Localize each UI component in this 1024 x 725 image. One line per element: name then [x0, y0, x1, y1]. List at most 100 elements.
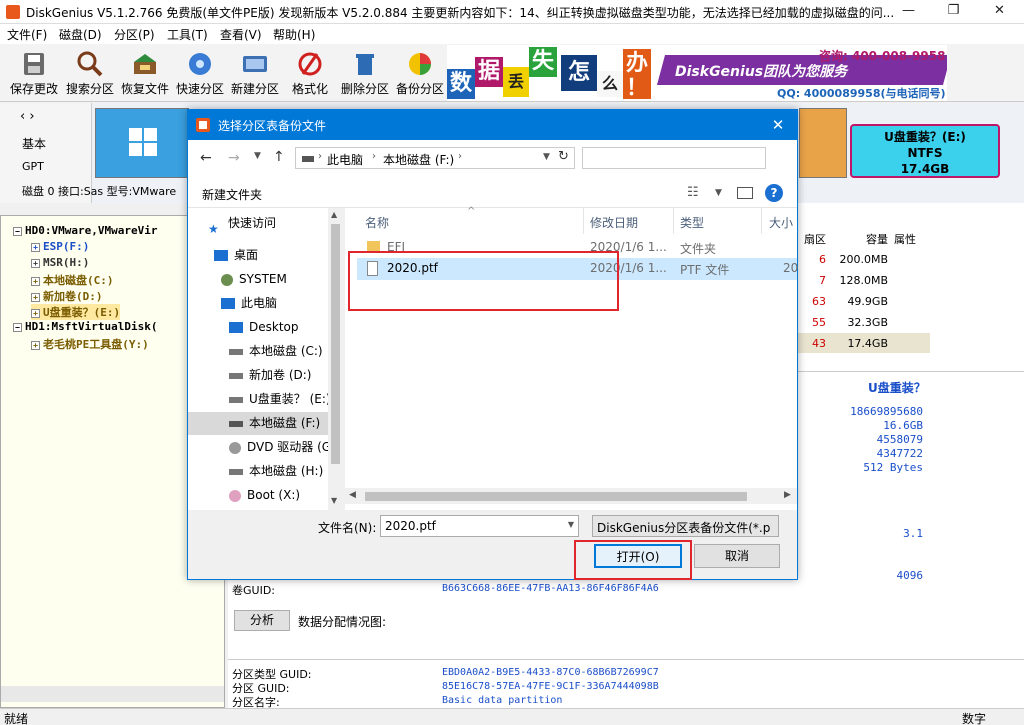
col-header-date[interactable]: 修改日期 — [590, 214, 638, 231]
expand-icon[interactable]: + — [31, 277, 40, 286]
menu-help[interactable]: 帮助(H) — [273, 26, 315, 43]
forward-arrow-icon[interactable]: → — [228, 150, 240, 166]
tree-item[interactable]: − HD0:VMware,VMwareVir — [13, 224, 157, 237]
nav-this-pc[interactable]: 此电脑 — [188, 292, 328, 315]
expand-icon[interactable]: + — [31, 293, 40, 302]
banner-char: 失 — [529, 47, 557, 77]
expand-icon[interactable]: + — [31, 341, 40, 350]
menu-view[interactable]: 查看(V) — [220, 26, 262, 43]
tree-item-selected[interactable]: + U盘重装？(E:) — [31, 304, 121, 320]
refresh-icon[interactable]: ↻ — [558, 149, 569, 164]
minimize-button[interactable]: — — [886, 0, 931, 24]
address-dropdown-icon[interactable]: ▼ — [543, 152, 550, 162]
nav-quick-access[interactable]: ★ 快速访问 — [188, 212, 328, 236]
drive-icon — [302, 156, 314, 162]
expand-icon[interactable]: + — [31, 243, 40, 252]
file-hscrollbar[interactable]: ◀ ▶ — [345, 488, 797, 504]
file-scroll-thumb[interactable] — [365, 492, 747, 501]
nav-dvd-g[interactable]: DVD 驱动器 (G — [188, 436, 331, 459]
scroll-down-icon[interactable]: ▼ — [331, 496, 337, 505]
ad-banner[interactable]: 数 据 丢 失 怎 么 办 ！ DiskGenius团队为您服务 咨询: 400… — [447, 45, 947, 101]
partition-block-c[interactable] — [95, 108, 189, 178]
view-dropdown-icon[interactable]: ▼ — [715, 188, 722, 198]
view-menu-icon[interactable]: ☷ — [687, 185, 699, 200]
analyze-button[interactable]: 分析 — [234, 610, 290, 631]
format-button[interactable]: 格式化 — [282, 46, 338, 100]
nav-scrollbar[interactable]: ▲ ▼ — [328, 208, 343, 510]
tree-item[interactable]: + 新加卷(D:) — [31, 288, 103, 304]
partition-block-e[interactable]: U盘重装？(E:) NTFS 17.4GB — [850, 124, 1000, 178]
address-bar[interactable]: › 此电脑 › 本地磁盘 (F:) › ▼ ↻ — [295, 147, 575, 169]
cancel-button[interactable]: 取消 — [694, 544, 780, 568]
col-header-size[interactable]: 容量 — [828, 231, 888, 247]
collapse-icon[interactable]: − — [13, 323, 22, 332]
nav-drive-c[interactable]: 本地磁盘 (C:) — [188, 340, 328, 363]
nav-drive-d[interactable]: 新加卷 (D:) — [188, 364, 328, 387]
menu-bar: 文件(F) 磁盘(D) 分区(P) 工具(T) 查看(V) 帮助(H) — [0, 24, 1024, 44]
banner-brand: DiskGenius团队为您服务 — [675, 64, 848, 80]
nav-drive-f-selected[interactable]: 本地磁盘 (F:) — [188, 412, 328, 435]
col-header-size[interactable]: 大小 — [769, 214, 793, 231]
disk-info: 磁盘 0 接口:Sas 型号:VMware — [22, 185, 177, 198]
menu-tools[interactable]: 工具(T) — [167, 26, 208, 43]
preview-pane-icon[interactable] — [737, 187, 753, 199]
file-type-filter[interactable]: DiskGenius分区表备份文件(*.p — [592, 515, 779, 537]
search-partition-button[interactable]: 搜索分区 — [62, 46, 118, 100]
vol-guid-label: 卷GUID: — [232, 584, 275, 597]
col-header-name[interactable]: 名称 — [365, 214, 389, 231]
new-folder-button[interactable]: 新建文件夹 — [202, 186, 262, 203]
col-header-attr[interactable]: 属性 — [894, 231, 924, 247]
status-text: 就绪 — [4, 712, 29, 725]
back-arrow-icon[interactable]: ← — [200, 150, 212, 166]
search-input[interactable] — [582, 147, 766, 169]
banner-char: ！ — [623, 78, 651, 100]
save-changes-button[interactable]: 保存更改 — [6, 46, 62, 100]
table-cell: 32.3GB — [847, 316, 888, 329]
expand-icon[interactable]: + — [31, 309, 40, 318]
format-label: 格式化 — [291, 82, 328, 96]
menu-file[interactable]: 文件(F) — [7, 26, 47, 43]
computer-icon — [221, 298, 235, 309]
collapse-icon[interactable]: − — [13, 227, 22, 236]
windows-icon — [129, 128, 157, 156]
backup-partition-button[interactable]: 备份分区 — [392, 46, 448, 100]
nav-desktop-2[interactable]: Desktop — [188, 316, 328, 339]
tree-item[interactable]: + 本地磁盘(C:) — [31, 272, 114, 288]
nav-system[interactable]: SYSTEM — [188, 268, 328, 291]
tree-item[interactable]: + MSR(H:) — [31, 256, 89, 269]
filename-input[interactable]: 2020.ptf ▼ — [380, 515, 579, 537]
up-arrow-icon[interactable]: ↑ — [273, 149, 285, 165]
quick-partition-button[interactable]: 快速分区 — [172, 46, 228, 100]
nav-drive-h[interactable]: 本地磁盘 (H:) — [188, 460, 328, 483]
open-file-dialog: 选择分区表备份文件 ✕ ← → ▼ ↑ › 此电脑 › 本地磁盘 (F:) › … — [187, 109, 798, 580]
history-chevron-icon[interactable]: ▼ — [254, 151, 261, 161]
new-partition-button[interactable]: 新建分区 — [227, 46, 283, 100]
nav-scroll-thumb[interactable] — [331, 224, 340, 464]
recover-files-button[interactable]: 恢复文件 — [117, 46, 173, 100]
tree-item[interactable]: − HD1:MsftVirtualDisk( — [13, 320, 157, 333]
partition-block-d[interactable] — [799, 108, 847, 178]
scroll-right-icon[interactable]: ▶ — [784, 490, 791, 500]
nav-desktop[interactable]: 桌面 — [188, 244, 328, 267]
nav-drive-e[interactable]: U盘重装？ (E:) — [188, 388, 331, 411]
tree-item[interactable]: + ESP(F:) — [31, 240, 89, 253]
expand-icon[interactable]: + — [31, 259, 40, 268]
maximize-button[interactable]: ❐ — [931, 0, 976, 24]
scroll-left-icon[interactable]: ◀ — [349, 490, 356, 500]
scroll-up-icon[interactable]: ▲ — [331, 210, 337, 219]
tree-hscrollbar[interactable] — [1, 686, 224, 702]
disk-nav-arrows[interactable]: ‹ › — [20, 109, 35, 124]
close-button[interactable]: ✕ — [977, 0, 1022, 24]
help-icon[interactable]: ? — [765, 184, 783, 202]
dialog-close-icon[interactable]: ✕ — [763, 114, 793, 136]
col-header-type[interactable]: 类型 — [680, 214, 704, 231]
menu-disk[interactable]: 磁盘(D) — [59, 26, 102, 43]
menu-partition[interactable]: 分区(P) — [114, 26, 155, 43]
delete-partition-button[interactable]: 删除分区 — [337, 46, 393, 100]
tree-item[interactable]: + 老毛桃PE工具盘(Y:) — [31, 336, 149, 352]
breadcrumb-drive-f[interactable]: 本地磁盘 (F:) — [383, 151, 454, 168]
drive-icon — [229, 372, 243, 379]
banner-char: 怎 — [561, 55, 597, 91]
nav-boot-x[interactable]: Boot (X:) — [188, 484, 328, 507]
breadcrumb-this-pc[interactable]: 此电脑 — [327, 151, 363, 168]
